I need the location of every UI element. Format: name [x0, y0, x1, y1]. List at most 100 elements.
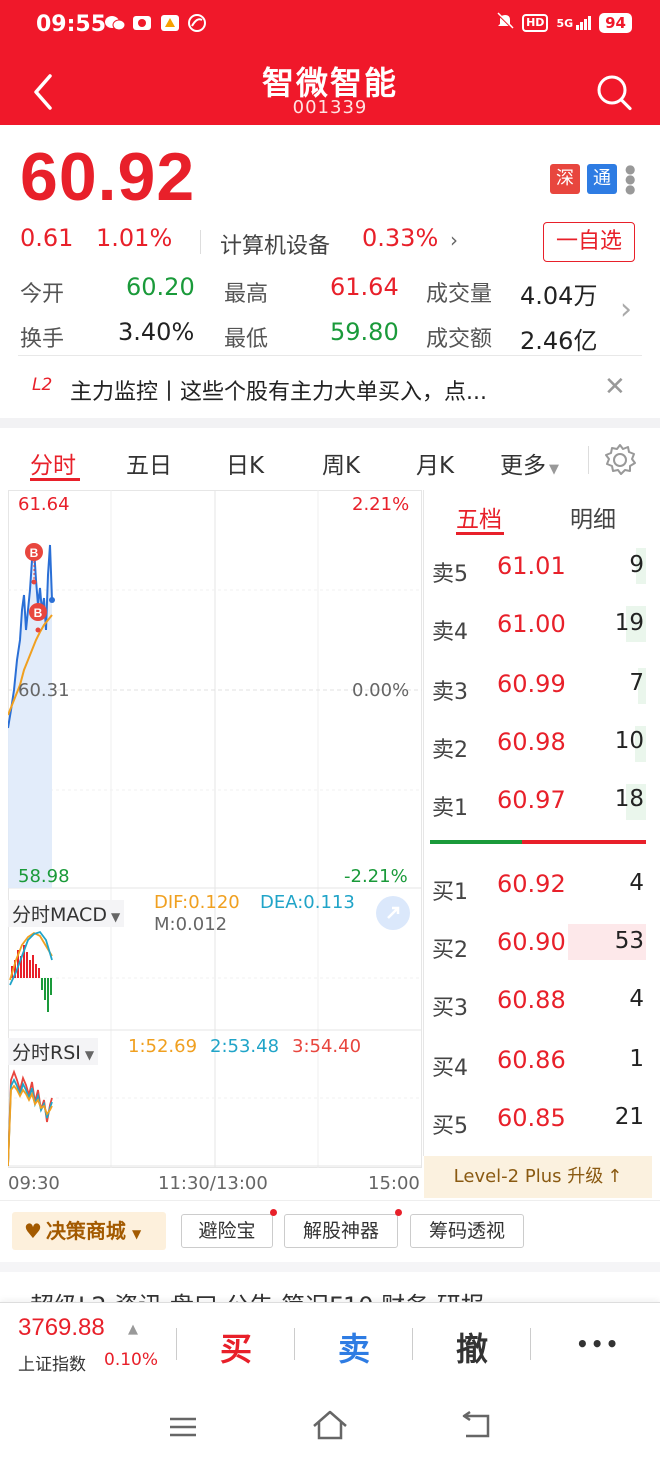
- hedge-tool-button[interactable]: 避险宝: [181, 1209, 277, 1248]
- ask-price[interactable]: 60.97: [497, 786, 566, 814]
- mute-icon: [496, 12, 514, 34]
- tab-monthly-k[interactable]: 月K: [416, 446, 454, 480]
- x-axis-mid: 11:30/13:00: [158, 1173, 268, 1194]
- tab-daily-k[interactable]: 日K: [226, 446, 264, 480]
- back-nav-button[interactable]: [458, 1410, 494, 1446]
- rsi-selector[interactable]: 分时RSI ▼: [8, 1038, 99, 1065]
- home-icon: [313, 1410, 347, 1440]
- svg-text:B: B: [30, 546, 39, 560]
- caret-up-icon: ▲: [128, 1322, 138, 1337]
- bid-ask-ratio-bar-sell: [430, 840, 522, 844]
- stock-analyzer-button[interactable]: 解股神器: [284, 1209, 402, 1248]
- notice-text[interactable]: 主力监控丨这些个股有主力大单买入，点...: [70, 374, 487, 406]
- search-button[interactable]: [594, 70, 634, 114]
- divider: [412, 1328, 413, 1360]
- bid-level-label: 买5: [432, 1114, 468, 1139]
- bid-volume: 53: [614, 928, 644, 954]
- industry-change[interactable]: 0.33%: [362, 224, 438, 252]
- bid-price[interactable]: 60.85: [497, 1104, 566, 1132]
- rsi-2: 2:53.48: [210, 1036, 280, 1057]
- ask-price[interactable]: 61.00: [497, 610, 566, 638]
- wechat-icon: [104, 14, 126, 36]
- intraday-chart[interactable]: B B 61.64 2.21% 60.31 0.00% 58.98 -2.21%…: [8, 490, 422, 1168]
- chart-zoom-button[interactable]: [376, 896, 410, 930]
- ask-price[interactable]: 60.99: [497, 670, 566, 698]
- ask-level-label: 卖3: [432, 680, 468, 705]
- mall-label: 决策商城: [45, 1219, 126, 1243]
- tab-intraday[interactable]: 分时: [30, 446, 76, 480]
- close-icon[interactable]: ✕: [604, 372, 626, 402]
- battery-indicator: 94: [599, 13, 632, 33]
- buy-button[interactable]: 买: [220, 1324, 252, 1370]
- open-value: 60.20: [126, 273, 195, 301]
- sell-button[interactable]: 卖: [338, 1324, 370, 1370]
- bid-price[interactable]: 60.86: [497, 1046, 566, 1074]
- connect-badge[interactable]: 通: [587, 164, 617, 194]
- more-button[interactable]: •••: [576, 1332, 620, 1356]
- caret-down-icon: ▼: [549, 462, 559, 477]
- bid-ask-ratio-bar-buy: [522, 840, 646, 844]
- tab-more[interactable]: 更多 ▼: [500, 446, 559, 480]
- index-name[interactable]: 上证指数: [18, 1350, 86, 1375]
- industry-name[interactable]: 计算机设备: [220, 228, 330, 260]
- bid-price[interactable]: 60.92: [497, 870, 566, 898]
- bid-price[interactable]: 60.88: [497, 986, 566, 1014]
- tab-five-level[interactable]: 五档: [456, 500, 502, 534]
- ask-volume: 9: [629, 552, 644, 578]
- ask-level-label: 卖2: [432, 738, 468, 763]
- x-axis-end: 15:00: [368, 1173, 420, 1194]
- caret-down-icon: ▼: [84, 1048, 95, 1062]
- add-watchlist-button[interactable]: 一自选: [543, 222, 635, 262]
- arrow-up-icon: ↑: [607, 1166, 623, 1187]
- tool-label: 筹码透视: [428, 1220, 505, 1242]
- menu-icon: [170, 1417, 196, 1437]
- expand-icon: [387, 906, 400, 919]
- signal-icon: 5G: [556, 16, 592, 30]
- chart-settings-button[interactable]: [602, 442, 638, 478]
- decision-mall-button[interactable]: ♥ 决策商城 ▼: [12, 1212, 166, 1250]
- tool-label: 解股神器: [302, 1220, 379, 1242]
- menu-nav-button[interactable]: [166, 1412, 200, 1446]
- tab-weekly-k[interactable]: 周K: [322, 446, 360, 480]
- cancel-order-button[interactable]: 撤: [456, 1324, 488, 1370]
- pct-axis-high: 2.21%: [352, 494, 410, 515]
- index-value[interactable]: 3769.88: [18, 1314, 105, 1342]
- bid-level-label: 买1: [432, 880, 468, 905]
- home-nav-button[interactable]: [310, 1408, 350, 1446]
- bid-volume: 4: [629, 986, 644, 1012]
- ask-price[interactable]: 60.98: [497, 728, 566, 756]
- app-header: 09:55 HD 5G 94 智微智能 001339: [0, 0, 660, 125]
- stock-code: 001339: [292, 97, 368, 118]
- divider: [0, 1200, 660, 1201]
- macd-selector[interactable]: 分时MACD ▼: [8, 900, 125, 927]
- market-badge[interactable]: 深: [550, 164, 580, 194]
- search-icon: [597, 75, 632, 111]
- divider: [294, 1328, 295, 1360]
- turnover-value: 3.40%: [118, 318, 195, 346]
- bid-volume: 4: [629, 870, 644, 896]
- gear-icon: [605, 444, 636, 475]
- level2-upgrade-button[interactable]: Level-2 Plus 升级 ↑: [424, 1156, 652, 1198]
- ask-volume: 10: [614, 728, 644, 754]
- hd-badge: HD: [522, 14, 549, 32]
- quote-expand-icon[interactable]: ›: [620, 292, 632, 327]
- chip-distribution-button[interactable]: 筹码透视: [410, 1214, 524, 1248]
- volume-value: 4.04万: [520, 282, 598, 310]
- back-arrow-icon: [462, 1410, 490, 1438]
- more-options-icon[interactable]: ● ● ●: [625, 163, 635, 195]
- status-bar: 09:55 HD 5G 94: [0, 0, 660, 52]
- ask-price[interactable]: 61.01: [497, 552, 566, 580]
- y-axis-mid: 60.31: [18, 680, 70, 701]
- ask-level-label: 卖4: [432, 620, 468, 645]
- tab-more-label: 更多: [500, 453, 546, 479]
- bid-volume: 21: [614, 1104, 644, 1130]
- app-notify-icon-3: [186, 14, 208, 36]
- chevron-right-icon[interactable]: ›: [450, 228, 458, 252]
- bid-price[interactable]: 60.90: [497, 928, 566, 956]
- amount-value: 2.46亿: [520, 327, 598, 355]
- tab-trade-detail[interactable]: 明细: [570, 500, 616, 534]
- open-label: 今开: [20, 282, 65, 307]
- system-nav-bar: [0, 1390, 660, 1467]
- tab-five-day[interactable]: 五日: [126, 446, 172, 480]
- svg-text:B: B: [34, 606, 43, 620]
